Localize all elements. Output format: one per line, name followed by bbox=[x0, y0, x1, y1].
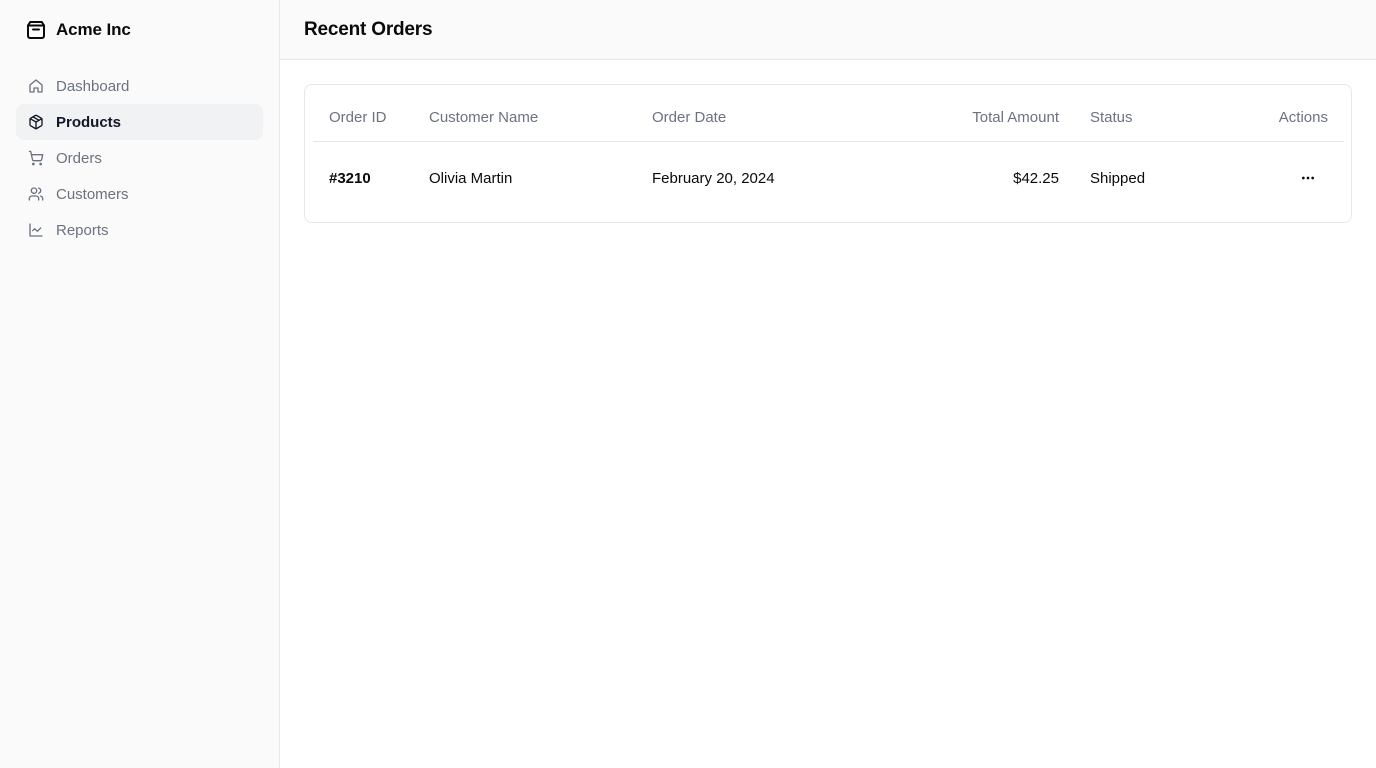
actions-cell bbox=[1213, 143, 1328, 213]
users-icon bbox=[28, 187, 44, 201]
column-header-customer-name: Customer Name bbox=[429, 108, 539, 126]
column-header-status: Status bbox=[1090, 108, 1133, 126]
sidebar-item-label: Orders bbox=[56, 149, 102, 167]
order-date-cell: February 20, 2024 bbox=[652, 169, 775, 187]
table-row: #3210 Olivia Martin February 20, 2024 $4… bbox=[313, 143, 1344, 213]
total-amount-cell: $42.25 bbox=[1013, 169, 1059, 187]
sidebar-item-label: Reports bbox=[56, 221, 109, 239]
sidebar-nav: Dashboard Products Orders Customers Repo… bbox=[16, 68, 263, 248]
sidebar-item-dashboard[interactable]: Dashboard bbox=[16, 68, 263, 104]
orders-table-card: Order ID Customer Name Order Date Total … bbox=[304, 84, 1352, 223]
column-header-total-amount: Total Amount bbox=[972, 108, 1059, 126]
sidebar: Acme Inc Dashboard Products Orders Custo… bbox=[0, 0, 280, 768]
column-header-order-date: Order Date bbox=[652, 108, 727, 126]
app-root: Acme Inc Dashboard Products Orders Custo… bbox=[0, 0, 1376, 768]
sidebar-item-label: Dashboard bbox=[56, 77, 130, 95]
row-actions-button[interactable] bbox=[1292, 162, 1324, 194]
more-horizontal-icon bbox=[1302, 176, 1314, 180]
table-header: Order ID Customer Name Order Date Total … bbox=[313, 93, 1344, 142]
column-header-actions: Actions bbox=[1278, 108, 1328, 126]
package-icon bbox=[29, 114, 43, 130]
sidebar-item-customers[interactable]: Customers bbox=[16, 176, 263, 212]
page-title: Recent Orders bbox=[304, 18, 433, 40]
brand[interactable]: Acme Inc bbox=[24, 18, 131, 42]
sidebar-item-orders[interactable]: Orders bbox=[16, 140, 263, 176]
home-icon bbox=[29, 79, 43, 93]
brand-name: Acme Inc bbox=[56, 20, 131, 39]
shopping-cart-icon bbox=[28, 150, 44, 166]
sidebar-item-reports[interactable]: Reports bbox=[16, 212, 263, 248]
top-bar: Recent Orders bbox=[280, 0, 1376, 60]
main-content: Recent Orders Order ID Customer Name Ord… bbox=[280, 0, 1376, 768]
sidebar-item-label: Products bbox=[56, 113, 122, 131]
order-id-cell: #3210 bbox=[329, 169, 371, 187]
status-cell: Shipped bbox=[1090, 169, 1146, 187]
customer-name-cell: Olivia Martin bbox=[429, 169, 513, 187]
package-icon bbox=[27, 21, 45, 39]
line-chart-icon bbox=[29, 223, 43, 237]
sidebar-item-products[interactable]: Products bbox=[16, 104, 263, 140]
column-header-order-id: Order ID bbox=[329, 108, 387, 126]
sidebar-item-label: Customers bbox=[56, 185, 129, 203]
